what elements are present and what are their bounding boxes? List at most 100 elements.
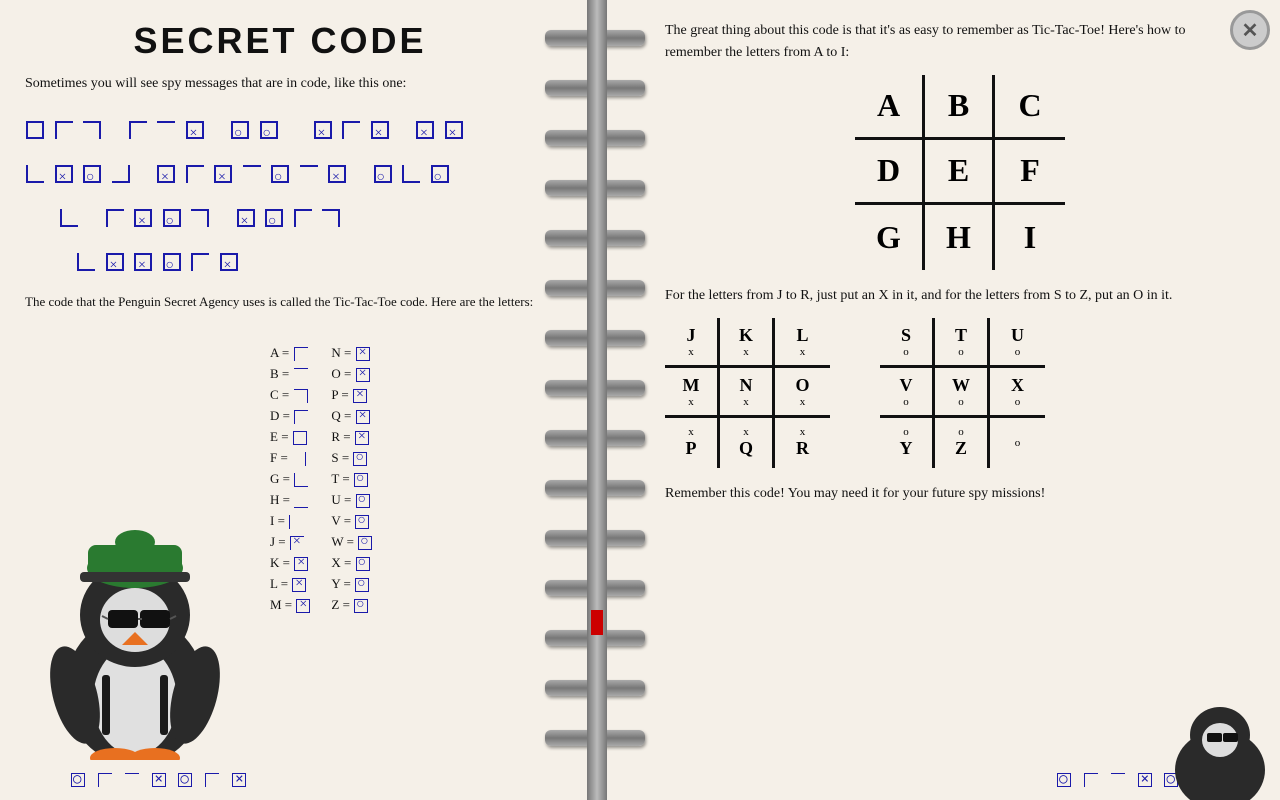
book-spine <box>555 0 640 800</box>
code-table: A = B = C = D = E = F = G = H = I = J = … <box>270 345 373 618</box>
ttt-cell-c: C <box>995 75 1065 140</box>
sym <box>294 209 312 227</box>
code-row-u: U = <box>331 492 373 509</box>
remember-text: Remember this code! You may need it for … <box>665 483 1255 505</box>
sym <box>83 165 101 183</box>
code-row-p: P = <box>331 387 373 404</box>
cell-z: o Z <box>935 418 990 468</box>
code-row-y: Y = <box>331 576 373 593</box>
cell-k: K x <box>720 318 775 368</box>
cell-x: X o <box>990 368 1045 418</box>
sym <box>314 121 332 139</box>
code-row-i: I = <box>270 513 311 530</box>
sym <box>106 209 124 227</box>
ttt-cell-g: G <box>855 205 925 270</box>
sym <box>271 165 289 183</box>
sym <box>55 165 73 183</box>
cell-w: W o <box>935 368 990 418</box>
cell-p: x P <box>665 418 720 468</box>
code-row-l: L = <box>270 576 311 593</box>
sym <box>243 165 261 183</box>
ttt-cell-i: I <box>995 205 1065 270</box>
ttt-cell-a: A <box>855 75 925 140</box>
jkr-text: For the letters from J to R, just put an… <box>665 285 1255 306</box>
cell-n: N x <box>720 368 775 418</box>
sym <box>129 121 147 139</box>
sym <box>77 253 95 271</box>
ttt-main-grid: A B C D E F G H I <box>665 75 1255 270</box>
cell-m: M x <box>665 368 720 418</box>
cell-j: J x <box>665 318 720 368</box>
sym <box>374 165 392 183</box>
stu-grid: S o T o U o V o W o X o <box>880 318 1045 468</box>
ttt-cell-f: F <box>995 140 1065 205</box>
secondary-grids: J x K x L x M x N x O x <box>665 318 1255 468</box>
sym <box>134 253 152 271</box>
sym <box>163 253 181 271</box>
sym <box>112 165 130 183</box>
agent-svg <box>1160 700 1280 800</box>
ttt-cell-h: H <box>925 205 995 270</box>
page-title: SECRET CODE <box>25 20 535 62</box>
code-row-g: G = <box>270 471 311 488</box>
cell-u: U o <box>990 318 1045 368</box>
cell-q: x Q <box>720 418 775 468</box>
code-row-q: Q = <box>331 408 373 425</box>
right-intro: The great thing about this code is that … <box>665 20 1225 65</box>
sym <box>186 121 204 139</box>
sym <box>157 165 175 183</box>
cell-v: V o <box>880 368 935 418</box>
cell-t: T o <box>935 318 990 368</box>
sym <box>106 253 124 271</box>
sym <box>134 209 152 227</box>
code-row-b: B = <box>270 366 311 383</box>
cell-l: L x <box>775 318 830 368</box>
sym <box>402 165 420 183</box>
sym <box>220 253 238 271</box>
code-row-r: R = <box>331 429 373 446</box>
cell-r: x R <box>775 418 830 468</box>
sym <box>26 165 44 183</box>
ttt-cell-d: D <box>855 140 925 205</box>
intro-text: Sometimes you will see spy messages that… <box>25 74 535 94</box>
sym <box>328 165 346 183</box>
penguin-svg <box>20 530 250 760</box>
bottom-left-code <box>70 769 247 790</box>
sym <box>26 121 44 139</box>
spine-marker <box>591 610 603 635</box>
sym <box>60 209 78 227</box>
code-row-c: C = <box>270 387 311 404</box>
sym <box>431 165 449 183</box>
ttt-cell-e: E <box>925 140 995 205</box>
code-row-m: M = <box>270 597 311 614</box>
code-row-f: F = <box>270 450 311 467</box>
code-row-z: Z = <box>331 597 373 614</box>
close-button[interactable]: ✕ <box>1230 10 1270 50</box>
jkl-grid: J x K x L x M x N x O x <box>665 318 830 468</box>
sym <box>237 209 255 227</box>
code-row-j: J = <box>270 534 311 551</box>
sym <box>83 121 101 139</box>
cell-empty: o <box>990 418 1045 468</box>
sym <box>55 121 73 139</box>
code-row-h: H = <box>270 492 311 509</box>
code-row-s: S = <box>331 450 373 467</box>
sym <box>157 121 175 139</box>
code-row-w: W = <box>331 534 373 551</box>
sym <box>445 121 463 139</box>
code-row-k: K = <box>270 555 311 572</box>
sym <box>163 209 181 227</box>
code-row-v: V = <box>331 513 373 530</box>
sym <box>265 209 283 227</box>
sym <box>191 253 209 271</box>
description-text: The code that the Penguin Secret Agency … <box>25 292 535 312</box>
code-row-a: A = <box>270 345 311 362</box>
code-row-t: T = <box>331 471 373 488</box>
sym <box>191 209 209 227</box>
spine-center-bar <box>587 0 607 800</box>
sym <box>300 165 318 183</box>
cell-o: O x <box>775 368 830 418</box>
sym <box>371 121 389 139</box>
sym <box>342 121 360 139</box>
ttt-grid-abc: A B C D E F G H I <box>855 75 1065 270</box>
